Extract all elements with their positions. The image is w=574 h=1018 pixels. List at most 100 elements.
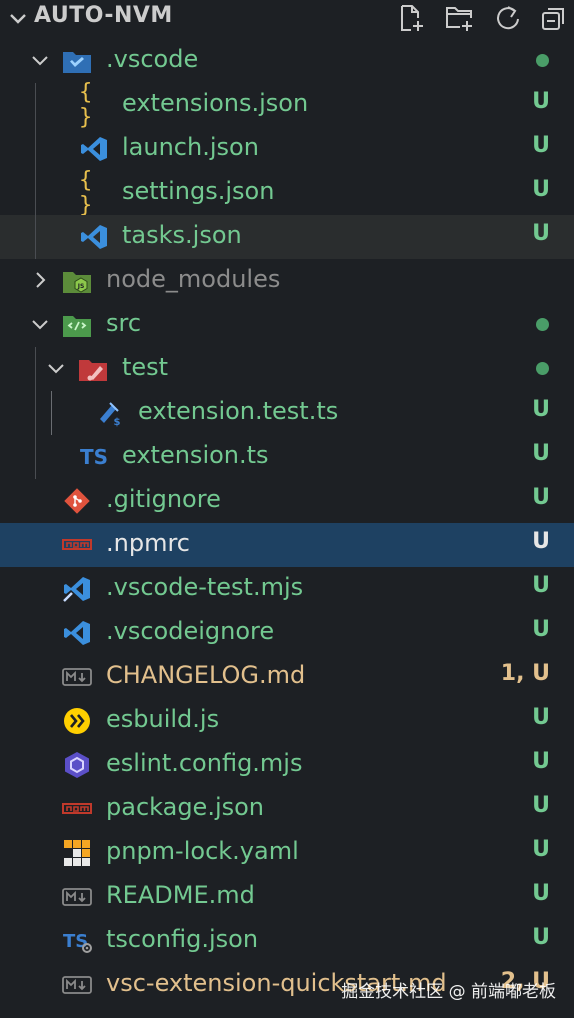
git-status-badge: U bbox=[532, 573, 550, 598]
git-status-badge: U bbox=[532, 221, 550, 246]
tree-item-label: extension.ts bbox=[122, 441, 269, 469]
indent-guide bbox=[51, 391, 52, 435]
chevron-down-icon[interactable] bbox=[29, 313, 51, 335]
test-folder-icon bbox=[78, 355, 108, 383]
status-dot bbox=[536, 54, 549, 67]
vscode-folder-icon bbox=[62, 47, 92, 75]
tree-item-label: .vscodeignore bbox=[106, 617, 275, 645]
indent-guide bbox=[35, 83, 36, 259]
tree-item-vscode-test-mjs[interactable]: .vscode-test.mjs U bbox=[0, 567, 574, 611]
tree-item-src-folder[interactable]: src bbox=[0, 303, 574, 347]
git-status-badge: U bbox=[532, 837, 550, 862]
new-folder-icon[interactable] bbox=[444, 3, 474, 33]
eslint-icon bbox=[62, 751, 92, 779]
tree-item-node-modules[interactable]: JS node_modules bbox=[0, 259, 574, 303]
new-file-icon[interactable] bbox=[395, 3, 425, 33]
markdown-icon bbox=[62, 971, 92, 999]
tree-item-readme-md[interactable]: README.md U bbox=[0, 875, 574, 919]
git-status-badge: U bbox=[532, 177, 550, 202]
tree-item-label: test bbox=[122, 353, 169, 381]
git-status-badge: U bbox=[532, 881, 550, 906]
git-status-badge: U bbox=[532, 89, 550, 114]
git-status-badge: U bbox=[532, 705, 550, 730]
tree-item-tsconfig-json[interactable]: TS tsconfig.json U bbox=[0, 919, 574, 963]
explorer-title[interactable]: AUTO-NVM bbox=[34, 3, 173, 28]
tree-item-label: package.json bbox=[106, 793, 265, 821]
tree-item-package-json[interactable]: package.json U bbox=[0, 787, 574, 831]
tree-item-esbuild-js[interactable]: esbuild.js U bbox=[0, 699, 574, 743]
git-status-badge: U bbox=[532, 793, 550, 818]
tree-item-label: settings.json bbox=[122, 177, 275, 205]
tree-item-extensions-json[interactable]: { } extensions.json U bbox=[0, 80, 574, 130]
tree-item-npmrc[interactable]: .npmrc U bbox=[0, 523, 574, 567]
tsconfig-icon: TS bbox=[62, 927, 92, 955]
tree-item-label: esbuild.js bbox=[106, 705, 220, 733]
tree-item-settings-json[interactable]: { } settings.json U bbox=[0, 168, 574, 218]
tree-item-label: launch.json bbox=[122, 133, 259, 161]
npm-icon bbox=[62, 531, 92, 559]
tree-item-eslint-config[interactable]: eslint.config.mjs U bbox=[0, 743, 574, 787]
tree-item-pnpm-lock[interactable]: pnpm-lock.yaml U bbox=[0, 831, 574, 875]
tree-item-label: pnpm-lock.yaml bbox=[106, 837, 299, 865]
tree-item-vscodeignore[interactable]: .vscodeignore U bbox=[0, 611, 574, 655]
tree-item-label: tasks.json bbox=[122, 221, 242, 249]
tree-item-label: CHANGELOG.md bbox=[106, 661, 306, 689]
src-folder-icon bbox=[62, 311, 92, 339]
tree-item-label: node_modules bbox=[106, 265, 281, 293]
tree-item-extension-test-ts[interactable]: $ extension.test.ts U bbox=[0, 391, 574, 435]
git-status-badge: U bbox=[532, 749, 550, 774]
git-status-badge: U bbox=[532, 925, 550, 950]
tree-item-vscode-folder[interactable]: .vscode bbox=[0, 39, 574, 83]
tree-item-label: .vscode-test.mjs bbox=[106, 573, 304, 601]
collapse-all-icon[interactable] bbox=[539, 3, 569, 33]
git-status-badge: U bbox=[532, 441, 550, 466]
explorer-header: AUTO-NVM bbox=[0, 0, 574, 38]
test-ts-icon: $ bbox=[95, 399, 125, 427]
file-tree: .vscode { } extensions.json U launch.jso… bbox=[0, 39, 574, 1007]
tree-item-label: src bbox=[106, 309, 142, 337]
vscode-logo-icon bbox=[79, 223, 109, 251]
git-status-badge: U bbox=[532, 529, 550, 554]
tree-item-label: .vscode bbox=[106, 45, 199, 73]
chevron-down-icon[interactable] bbox=[6, 6, 30, 30]
tree-item-tasks-json[interactable]: tasks.json U bbox=[0, 215, 574, 259]
tree-item-extension-ts[interactable]: TS extension.ts U bbox=[0, 435, 574, 479]
indent-guide bbox=[35, 391, 36, 435]
json-braces-icon: { } bbox=[79, 168, 93, 218]
tree-item-label: extension.test.ts bbox=[138, 397, 339, 425]
svg-text:TS: TS bbox=[63, 931, 88, 952]
git-status-badge: 1, U bbox=[500, 661, 550, 686]
tree-item-label: extensions.json bbox=[122, 89, 309, 117]
indent-guide bbox=[35, 435, 36, 479]
typescript-icon: TS bbox=[79, 445, 109, 469]
refresh-icon[interactable] bbox=[493, 3, 523, 33]
npm-icon bbox=[62, 795, 92, 823]
git-icon bbox=[62, 487, 92, 515]
status-dot bbox=[536, 362, 549, 375]
vscode-logo-icon bbox=[79, 135, 109, 163]
json-braces-icon: { } bbox=[79, 80, 93, 130]
tree-item-launch-json[interactable]: launch.json U bbox=[0, 127, 574, 171]
markdown-icon bbox=[62, 883, 92, 911]
git-status-badge: U bbox=[532, 397, 550, 422]
git-status-badge: U bbox=[532, 617, 550, 642]
git-status-badge: U bbox=[532, 485, 550, 510]
status-dot bbox=[536, 318, 549, 331]
tree-item-gitignore[interactable]: .gitignore U bbox=[0, 479, 574, 523]
tree-item-label: .npmrc bbox=[106, 529, 190, 557]
tree-item-label: .gitignore bbox=[106, 485, 221, 513]
pnpm-icon bbox=[62, 839, 92, 867]
tree-item-changelog-md[interactable]: CHANGELOG.md 1, U bbox=[0, 655, 574, 699]
markdown-icon bbox=[62, 663, 92, 691]
chevron-right-icon[interactable] bbox=[29, 269, 51, 291]
tree-item-label: README.md bbox=[106, 881, 255, 909]
node-folder-icon: JS bbox=[62, 267, 92, 295]
tree-item-test-folder[interactable]: test bbox=[0, 347, 574, 391]
chevron-down-icon[interactable] bbox=[29, 49, 51, 71]
esbuild-icon bbox=[62, 707, 92, 735]
vscode-test-icon bbox=[62, 575, 92, 603]
vscode-logo-icon bbox=[62, 619, 92, 647]
chevron-down-icon[interactable] bbox=[45, 357, 67, 379]
tree-item-label: tsconfig.json bbox=[106, 925, 259, 953]
tree-item-label: eslint.config.mjs bbox=[106, 749, 303, 777]
